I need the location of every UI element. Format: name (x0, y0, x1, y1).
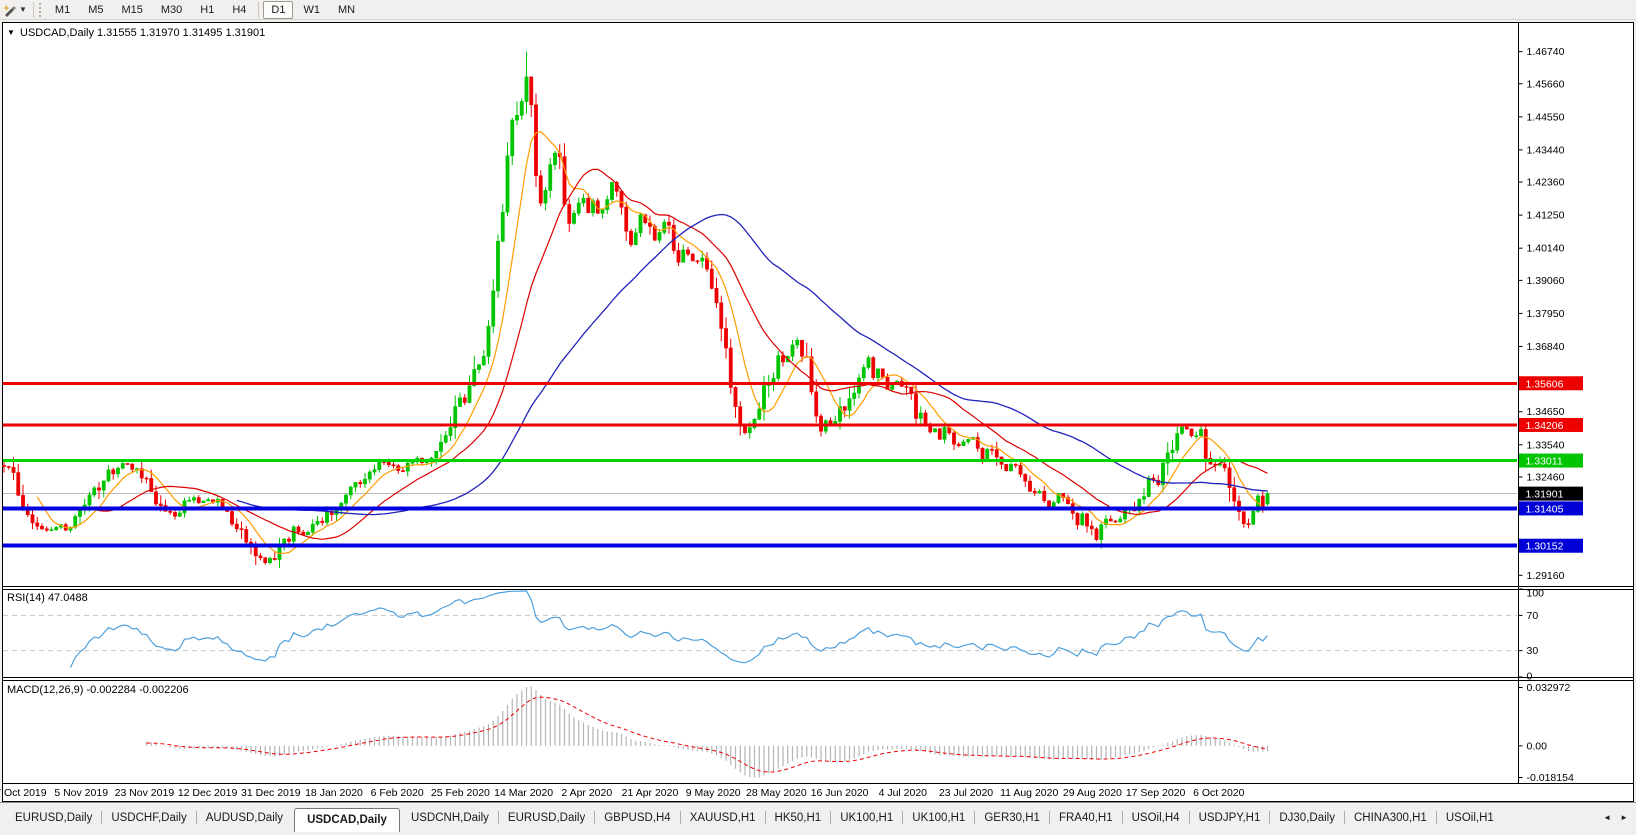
chart-window: 1.46740 1.45660 1.44550 1.43440 1.42360 1.412… (0, 0, 1636, 835)
macd-label: MACD(12,26,9) -0.002284 -0.002206 (7, 684, 189, 696)
svg-text:1.35606: 1.35606 (1526, 378, 1564, 390)
price-tag-1.35606: 1.35606 (1519, 376, 1583, 390)
svg-text:11 Aug 2020: 11 Aug 2020 (1000, 787, 1058, 799)
chart-tab-ger30-h1[interactable]: GER30,H1 (975, 812, 1049, 824)
svg-text:6 Oct 2020: 6 Oct 2020 (1193, 787, 1245, 799)
svg-text:0.032972: 0.032972 (1527, 682, 1571, 694)
svg-text:14 Mar 2020: 14 Mar 2020 (494, 787, 553, 799)
svg-text:9 May 2020: 9 May 2020 (686, 787, 741, 799)
tab-scroll-controls: ◄ ► (1595, 813, 1636, 822)
svg-text:0: 0 (1527, 671, 1533, 683)
svg-text:-0.018154: -0.018154 (1527, 772, 1574, 784)
chart-title: USDCAD,Daily 1.31555 1.31970 1.31495 1.3… (20, 27, 265, 39)
chart-tab-strip: EURUSD,DailyUSDCHF,DailyAUDUSD,DailyUSDC… (0, 803, 1595, 832)
cursor-tool-dropdown-icon[interactable]: ▼ (19, 5, 27, 14)
timeframe-button-h4[interactable]: H4 (224, 1, 254, 19)
price-tag-1.31405: 1.31405 (1519, 501, 1583, 515)
svg-text:1.33011: 1.33011 (1526, 456, 1563, 468)
price-tag-1.30152: 1.30152 (1519, 539, 1583, 553)
svg-text:1.32460: 1.32460 (1527, 471, 1565, 483)
svg-text:5 Nov 2019: 5 Nov 2019 (54, 787, 108, 799)
timeframe-button-h1[interactable]: H1 (192, 1, 222, 19)
svg-text:1.40140: 1.40140 (1527, 243, 1565, 255)
current-price-tag: 1.31901 (1519, 487, 1583, 501)
timeframe-button-m30[interactable]: M30 (153, 1, 190, 19)
timeframe-button-m15[interactable]: M15 (113, 1, 150, 19)
chart-tab-fra40-h1[interactable]: FRA40,H1 (1050, 812, 1122, 824)
timeframe-button-m1[interactable]: M1 (47, 1, 78, 19)
svg-text:23 Nov 2019: 23 Nov 2019 (115, 787, 175, 799)
svg-text:17 Oct 2019: 17 Oct 2019 (0, 787, 47, 799)
svg-text:25 Feb 2020: 25 Feb 2020 (431, 787, 490, 799)
svg-text:2 Apr 2020: 2 Apr 2020 (561, 787, 612, 799)
svg-text:1.31901: 1.31901 (1526, 489, 1564, 501)
svg-text:1.31405: 1.31405 (1526, 503, 1564, 515)
chart-tab-eurusd-daily[interactable]: EURUSD,Daily (6, 812, 101, 824)
chart-tab-gbpusd-h4[interactable]: GBPUSD,H4 (595, 812, 679, 824)
timeframe-button-m5[interactable]: M5 (80, 1, 111, 19)
svg-text:1.33540: 1.33540 (1527, 439, 1565, 451)
price-tag-1.34206: 1.34206 (1519, 418, 1583, 432)
svg-text:30: 30 (1527, 645, 1539, 657)
rsi-label: RSI(14) 47.0488 (7, 592, 88, 604)
svg-text:100: 100 (1527, 588, 1545, 600)
svg-text:1.30152: 1.30152 (1526, 541, 1564, 553)
chart-tab-usdcad-daily[interactable]: USDCAD,Daily (294, 808, 400, 832)
tab-scroll-right-icon[interactable]: ► (1620, 813, 1628, 822)
svg-text:1.39060: 1.39060 (1527, 275, 1565, 287)
svg-text:17 Sep 2020: 17 Sep 2020 (1126, 787, 1186, 799)
timeframe-button-w1[interactable]: W1 (295, 1, 328, 19)
svg-text:70: 70 (1527, 610, 1539, 622)
chart-tab-usdcnh-daily[interactable]: USDCNH,Daily (402, 812, 498, 824)
svg-text:1.44550: 1.44550 (1527, 111, 1565, 123)
chart-tab-xauusd-h1[interactable]: XAUUSD,H1 (681, 812, 765, 824)
svg-text:23 Jul 2020: 23 Jul 2020 (939, 787, 993, 799)
svg-text:1.46740: 1.46740 (1527, 46, 1565, 58)
svg-text:31 Dec 2019: 31 Dec 2019 (241, 787, 301, 799)
chart-tab-dj30-daily[interactable]: DJ30,Daily (1270, 812, 1344, 824)
toolbar-separator (258, 2, 259, 18)
timeframe-button-d1[interactable]: D1 (263, 1, 293, 19)
chart-tab-usdchf-daily[interactable]: USDCHF,Daily (102, 812, 195, 824)
svg-text:16 Jun 2020: 16 Jun 2020 (811, 787, 869, 799)
svg-text:1.36840: 1.36840 (1527, 341, 1565, 353)
chart-collapse-icon[interactable]: ▼ (7, 28, 15, 37)
chart-tab-uk100-h1[interactable]: UK100,H1 (831, 812, 902, 824)
svg-text:1.34650: 1.34650 (1527, 406, 1565, 418)
toolbar: ▼ M1M5M15M30H1H4 D1W1MN (0, 0, 1636, 20)
chart-tab-china300-h1[interactable]: CHINA300,H1 (1345, 812, 1436, 824)
svg-text:1.41250: 1.41250 (1527, 210, 1565, 222)
svg-text:1.43440: 1.43440 (1527, 144, 1565, 156)
svg-text:6 Feb 2020: 6 Feb 2020 (371, 787, 424, 799)
price-tag-1.33011: 1.33011 (1519, 454, 1583, 468)
svg-text:0.00: 0.00 (1527, 740, 1548, 752)
svg-text:28 May 2020: 28 May 2020 (746, 787, 807, 799)
chart-tab-usoil-h1[interactable]: USOil,H1 (1437, 812, 1503, 824)
toolbar-separator (33, 2, 34, 18)
chart-tab-usdjpy-h1[interactable]: USDJPY,H1 (1190, 812, 1270, 824)
toolbar-grip-handle[interactable] (39, 3, 41, 17)
svg-text:1.29160: 1.29160 (1527, 570, 1565, 582)
svg-text:12 Dec 2019: 12 Dec 2019 (178, 787, 238, 799)
chart-tab-hk50-h1[interactable]: HK50,H1 (766, 812, 831, 824)
svg-text:18 Jan 2020: 18 Jan 2020 (305, 787, 363, 799)
date-axis[interactable]: 17 Oct 2019 5 Nov 2019 23 Nov 201912 Dec 2… (0, 787, 1245, 799)
svg-text:1.37950: 1.37950 (1527, 308, 1565, 320)
svg-text:21 Apr 2020: 21 Apr 2020 (622, 787, 679, 799)
svg-text:1.42360: 1.42360 (1527, 177, 1565, 189)
tab-scroll-left-icon[interactable]: ◄ (1603, 813, 1611, 822)
svg-text:1.45660: 1.45660 (1527, 78, 1565, 90)
chart-tab-eurusd-daily[interactable]: EURUSD,Daily (499, 812, 594, 824)
cursor-tool-icon[interactable] (1, 2, 19, 17)
chart-tab-bar: EURUSD,DailyUSDCHF,DailyAUDUSD,DailyUSDC… (0, 802, 1636, 832)
chart-tab-audusd-daily[interactable]: AUDUSD,Daily (197, 812, 292, 824)
chart-tab-uk100-h1[interactable]: UK100,H1 (903, 812, 974, 824)
svg-text:4 Jul 2020: 4 Jul 2020 (879, 787, 928, 799)
timeframe-button-mn[interactable]: MN (330, 1, 363, 19)
svg-text:1.34206: 1.34206 (1526, 420, 1564, 432)
chart-tab-usoil-h4[interactable]: USOil,H4 (1123, 812, 1189, 824)
svg-text:29 Aug 2020: 29 Aug 2020 (1063, 787, 1122, 799)
